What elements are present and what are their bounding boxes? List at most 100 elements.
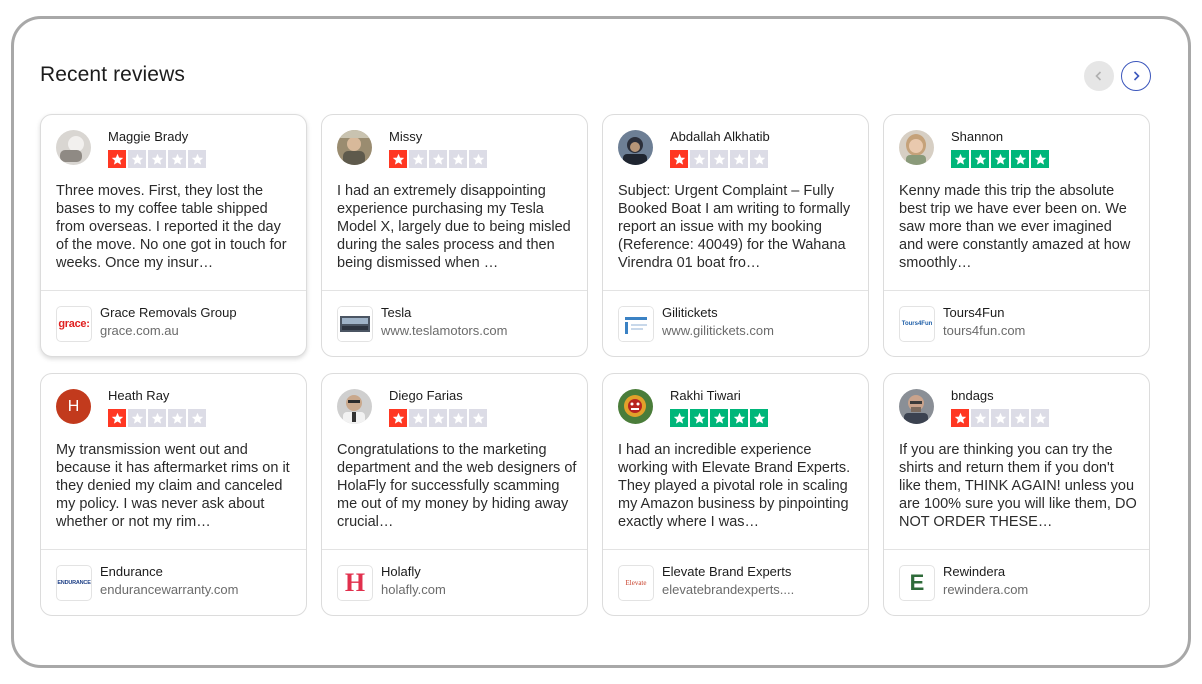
star-filled-icon [991,150,1009,168]
business-domain: tours4fun.com [943,323,1026,338]
logo-text: Tours4Fun [901,321,933,327]
reviews-panel: Recent reviews Maggie Brady Three moves.… [11,16,1191,668]
next-button[interactable] [1121,61,1151,91]
business-domain: www.teslamotors.com [381,323,508,338]
business-name: Elevate Brand Experts [662,564,792,579]
star-rating [951,150,1049,168]
review-card[interactable]: Missy I had an extremely disappointing e… [321,114,588,357]
review-section: Rakhi Tiwari I had an incredible experie… [603,374,868,550]
review-section: Maggie Brady Three moves. First, they lo… [41,115,306,291]
review-section: bndags If you are thinking you can try t… [884,374,1149,550]
reviewer-name[interactable]: bndags [951,388,994,403]
star-filled-icon [1031,150,1049,168]
reviews-grid: Maggie Brady Three moves. First, they lo… [40,114,1150,616]
review-section: Missy I had an extremely disappointing e… [322,115,587,291]
reviewer-name[interactable]: Maggie Brady [108,129,188,144]
business-logo: ENDURANCE [56,565,92,601]
review-text[interactable]: Kenny made this trip the absolute best t… [899,182,1139,272]
business-name: Grace Removals Group [100,305,237,320]
star-filled-icon [690,409,708,427]
business-section[interactable]: Gilitickets www.gilitickets.com [603,291,868,356]
business-name: Rewindera [943,564,1006,579]
review-text[interactable]: I had an incredible experience working w… [618,441,858,531]
reviewer-name[interactable]: Diego Farias [389,388,463,403]
previous-button[interactable] [1084,61,1114,91]
star-rating [108,150,206,168]
star-empty-icon [991,409,1009,427]
reviewer-avatar[interactable] [618,389,653,424]
star-empty-icon [188,409,206,427]
review-card[interactable]: H Heath Ray My transmission went out and… [40,373,307,616]
reviewer-avatar[interactable] [337,389,372,424]
business-section[interactable]: ENDURANCE Endurance endurancewarranty.co… [41,550,306,615]
star-empty-icon [750,150,768,168]
business-section[interactable]: Tours4Fun Tours4Fun tours4fun.com [884,291,1149,356]
logo-text: grace: [58,318,90,330]
star-empty-icon [168,409,186,427]
business-logo: Elevate [618,565,654,601]
review-card[interactable]: Shannon Kenny made this trip the absolut… [883,114,1150,357]
review-text[interactable]: Subject: Urgent Complaint – Fully Booked… [618,182,858,272]
star-empty-icon [469,409,487,427]
review-card[interactable]: Maggie Brady Three moves. First, they lo… [40,114,307,357]
logo-text: E [909,570,925,595]
business-section[interactable]: grace: Grace Removals Group grace.com.au [41,291,306,356]
review-text[interactable]: Three moves. First, they lost the bases … [56,182,296,272]
star-rating [670,150,768,168]
reviewer-name[interactable]: Heath Ray [108,388,169,403]
chevron-right-icon [1133,71,1140,81]
star-empty-icon [730,150,748,168]
star-rating [389,409,487,427]
star-empty-icon [148,150,166,168]
review-section: H Heath Ray My transmission went out and… [41,374,306,550]
star-empty-icon [128,409,146,427]
reviewer-name[interactable]: Shannon [951,129,1003,144]
business-name: Gilitickets [662,305,718,320]
review-card[interactable]: bndags If you are thinking you can try t… [883,373,1150,616]
logo-text: Elevate [625,579,647,587]
star-rating [951,409,1049,427]
reviewer-name[interactable]: Missy [389,129,422,144]
star-filled-icon [971,150,989,168]
business-section[interactable]: H Holafly holafly.com [322,550,587,615]
business-section[interactable]: E Rewindera rewindera.com [884,550,1149,615]
review-text[interactable]: If you are thinking you can try the shir… [899,441,1139,531]
avatar-initial: H [67,397,80,415]
star-filled-icon [730,409,748,427]
review-text[interactable]: I had an extremely disappointing experie… [337,182,577,272]
review-card[interactable]: Rakhi Tiwari I had an incredible experie… [602,373,869,616]
star-empty-icon [409,409,427,427]
review-text[interactable]: My transmission went out and because it … [56,441,296,531]
reviewer-avatar[interactable]: H [56,389,91,424]
business-logo: H [337,565,373,601]
reviewer-name[interactable]: Abdallah Alkhatib [670,129,770,144]
reviewer-name[interactable]: Rakhi Tiwari [670,388,741,403]
review-card[interactable]: Diego Farias Congratulations to the mark… [321,373,588,616]
star-empty-icon [168,150,186,168]
business-domain: grace.com.au [100,323,179,338]
reviewer-avatar[interactable] [337,130,372,165]
review-section: Diego Farias Congratulations to the mark… [322,374,587,550]
reviewer-avatar[interactable] [899,130,934,165]
business-domain: elevatebrandexperts.... [662,582,795,597]
review-text[interactable]: Congratulations to the marketing departm… [337,441,577,531]
business-domain: endurancewarranty.com [100,582,239,597]
star-filled-icon [108,409,126,427]
reviewer-avatar[interactable] [56,130,91,165]
business-section[interactable]: Tesla www.teslamotors.com [322,291,587,356]
star-filled-icon [389,150,407,168]
logo-text: ENDURANCE [57,580,91,586]
star-empty-icon [128,150,146,168]
star-empty-icon [429,409,447,427]
business-name: Tesla [381,305,412,320]
reviewer-avatar[interactable] [618,130,653,165]
star-filled-icon [951,409,969,427]
chevron-left-icon [1095,71,1102,81]
star-empty-icon [409,150,427,168]
reviewer-avatar[interactable] [899,389,934,424]
review-card[interactable]: Abdallah Alkhatib Subject: Urgent Compla… [602,114,869,357]
star-empty-icon [1031,409,1049,427]
star-empty-icon [449,409,467,427]
business-name: Tours4Fun [943,305,1005,320]
business-section[interactable]: Elevate Elevate Brand Experts elevatebra… [603,550,868,615]
